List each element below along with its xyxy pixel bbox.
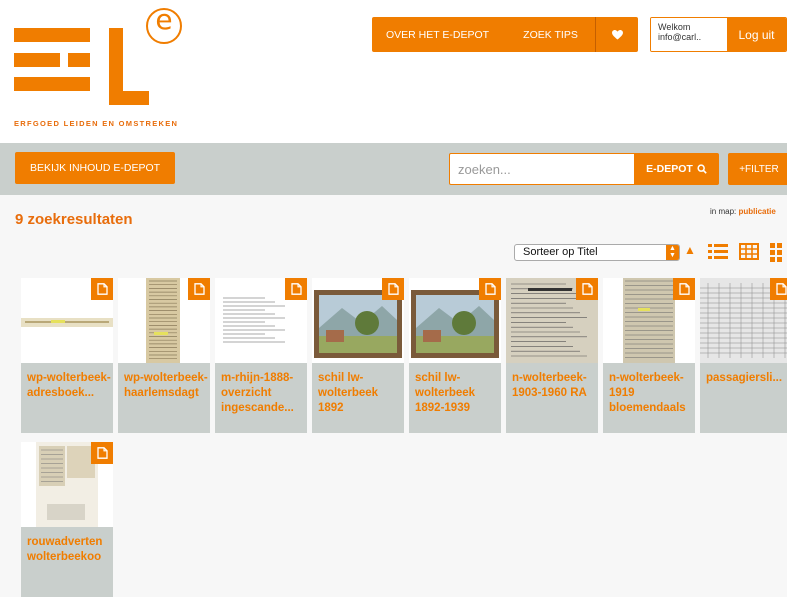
welcome-label: Welkom <box>658 22 691 32</box>
search-toolbar: BEKIJK INHOUD E-DEPOT E-DEPOT +FILTER <box>0 143 787 195</box>
result-card[interactable]: rouwadverten wolterbeekoo <box>21 442 113 597</box>
result-title[interactable]: schil lw-wolterbeek 1892 <box>318 371 404 416</box>
document-icon <box>673 278 695 300</box>
result-title[interactable]: wp-wolterbeek-adresboek... <box>27 371 113 401</box>
search-button-label: E-DEPOT <box>646 163 693 175</box>
document-icon <box>770 278 787 300</box>
result-card[interactable]: n-wolterbeek-1903-1960 RA <box>506 278 598 433</box>
sort-value: Sorteer op Titel <box>523 246 598 258</box>
result-card[interactable]: passagiersli... <box>700 278 787 433</box>
select-arrows-icon: ▲ ▼ <box>666 245 679 260</box>
document-icon <box>91 278 113 300</box>
sort-direction-icon[interactable]: ▲ <box>684 243 696 257</box>
logout-button[interactable]: Log uit <box>727 18 786 51</box>
page: e ERFGOED LEIDEN EN OMSTREKEN OVER HET E… <box>0 0 787 597</box>
table-view-icon[interactable] <box>739 242 759 262</box>
account-box: Welkom info@carl.. Log uit <box>650 17 787 52</box>
user-email: info@carl.. <box>658 32 702 42</box>
result-card[interactable]: wp-wolterbeek-haarlemsdagt <box>118 278 210 433</box>
result-title[interactable]: rouwadverten wolterbeekoo <box>27 535 113 565</box>
result-card[interactable]: schil lw-wolterbeek 1892 <box>312 278 404 433</box>
document-icon <box>91 442 113 464</box>
result-title[interactable]: wp-wolterbeek-haarlemsdagt <box>124 371 210 401</box>
favorites-button[interactable] <box>596 17 638 52</box>
in-map-link[interactable]: publicatie <box>738 207 775 216</box>
browse-edepot-button[interactable]: BEKIJK INHOUD E-DEPOT <box>15 152 175 184</box>
result-title[interactable]: m-rhijn-1888-overzicht ingescande... <box>221 371 307 416</box>
document-icon <box>576 278 598 300</box>
result-title[interactable]: schil lw-wolterbeek 1892-1939 <box>415 371 501 416</box>
in-map-info: in map: publicatie <box>710 207 776 216</box>
logo-tagline: ERFGOED LEIDEN EN OMSTREKEN <box>14 119 179 128</box>
result-card[interactable]: n-wolterbeek-1919 bloemendaals <box>603 278 695 433</box>
result-title[interactable]: n-wolterbeek-1903-1960 RA <box>512 371 598 401</box>
filter-button[interactable]: +FILTER <box>728 153 787 185</box>
document-icon <box>285 278 307 300</box>
search-input[interactable] <box>449 153 635 185</box>
in-map-label: in map: <box>710 207 737 216</box>
heart-icon <box>611 29 623 40</box>
welcome-text: Welkom info@carl.. <box>651 18 727 51</box>
result-card[interactable]: schil lw-wolterbeek 1892-1939 <box>409 278 501 433</box>
nav-search-tips[interactable]: ZOEK TIPS <box>506 17 596 52</box>
result-title[interactable]: passagiersli... <box>706 371 787 386</box>
logo-letter: e <box>155 3 173 36</box>
list-view-icon[interactable] <box>708 242 728 262</box>
document-icon <box>479 278 501 300</box>
results-area: 9 zoekresultaten in map: publicatie Sort… <box>0 195 787 597</box>
result-card[interactable]: wp-wolterbeek-adresboek... <box>21 278 113 433</box>
document-icon <box>188 278 210 300</box>
grid-view-icon[interactable] <box>770 242 787 262</box>
results-count: 9 zoekresultaten <box>15 211 133 228</box>
sort-select[interactable]: Sorteer op Titel ▲ ▼ <box>514 244 680 261</box>
result-card[interactable]: m-rhijn-1888-overzicht ingescande... <box>215 278 307 433</box>
search-icon <box>697 164 707 174</box>
result-title[interactable]: n-wolterbeek-1919 bloemendaals <box>609 371 695 416</box>
top-navigation: OVER HET E-DEPOT ZOEK TIPS <box>372 17 638 52</box>
nav-about-edepot[interactable]: OVER HET E-DEPOT <box>372 17 506 52</box>
document-icon <box>382 278 404 300</box>
search-edepot-button[interactable]: E-DEPOT <box>634 153 719 185</box>
